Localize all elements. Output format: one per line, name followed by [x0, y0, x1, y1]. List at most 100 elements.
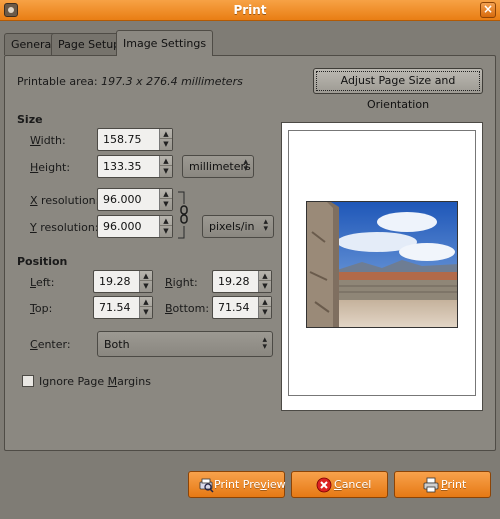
spin-up-icon[interactable]: ▲ — [140, 297, 152, 307]
top-margin-spinner[interactable]: 71.54 ▲ ▼ — [93, 296, 153, 319]
size-unit-value: millimeters — [189, 160, 251, 173]
title-bar: Print × — [0, 0, 500, 21]
adjust-page-size-button[interactable]: Adjust Page Size and Orientation — [313, 68, 483, 111]
width-spinner[interactable]: 158.75 ▲ ▼ — [97, 128, 173, 151]
print-preview-text: Print Pre — [214, 478, 261, 491]
top-label-text: op: — [34, 302, 53, 315]
position-heading: Position — [17, 255, 68, 268]
spin-down-icon[interactable]: ▼ — [140, 307, 152, 317]
print-preview-text-rest: iew — [266, 478, 286, 491]
printable-area-caption: Printable area: — [17, 75, 98, 88]
center-value: Both — [104, 338, 130, 351]
chevron-updown-icon: ▴ ▾ — [262, 335, 267, 352]
printable-area-label: Printable area: 197.3 x 276.4 millimeter… — [17, 75, 243, 88]
width-label-key: W — [30, 134, 41, 147]
height-label: Height: — [30, 161, 70, 174]
height-label-text: eight: — [38, 161, 71, 174]
width-label: Width: — [30, 134, 66, 147]
resolution-unit-select[interactable]: pixels/in ▴ ▾ — [202, 215, 274, 238]
tab-label: Image Settings — [123, 37, 207, 50]
ignore-margins-checkbox[interactable] — [22, 375, 34, 387]
ignore-margins-text: Ignore Page — [39, 375, 108, 388]
cancel-label: Cancel — [334, 478, 371, 491]
right-label-text: ight: — [172, 276, 198, 289]
bottom-label-text: ottom: — [172, 302, 210, 315]
spin-down-icon[interactable]: ▼ — [140, 281, 152, 291]
x-resolution-value: 96.000 — [103, 193, 142, 206]
ignore-margins-key: M — [107, 375, 118, 388]
print-preview-icon — [199, 478, 214, 493]
printable-area-value: 197.3 x 276.4 millimeters — [101, 75, 243, 88]
right-margin-spinner[interactable]: 19.28 ▲ ▼ — [212, 270, 272, 293]
spin-up-icon[interactable]: ▲ — [160, 216, 172, 226]
print-preview-button[interactable]: Print Preview — [188, 471, 286, 498]
tab-label: Page Setup — [58, 38, 121, 51]
resolution-unit-value: pixels/in — [209, 220, 255, 233]
x-resolution-label-text: resolution: — [37, 194, 100, 207]
tab-image-settings[interactable]: Image Settings — [116, 30, 214, 56]
size-unit-select[interactable]: millimeters ▴ ▾ — [182, 155, 254, 178]
spin-down-icon[interactable]: ▼ — [160, 199, 172, 209]
right-label-key: R — [165, 276, 173, 289]
x-resolution-label-key: X — [30, 194, 38, 207]
cancel-icon — [316, 477, 332, 493]
left-margin-value: 19.28 — [99, 275, 131, 288]
spin-up-icon[interactable]: ▲ — [140, 271, 152, 281]
cancel-key: C — [334, 478, 342, 491]
spin-up-icon[interactable]: ▲ — [259, 271, 271, 281]
chevron-updown-icon: ▴ ▾ — [243, 157, 248, 174]
print-button[interactable]: Print — [394, 471, 491, 498]
spin-up-icon[interactable]: ▲ — [259, 297, 271, 307]
y-resolution-label: Y resolution: — [30, 221, 99, 234]
left-margin-spinner[interactable]: 19.28 ▲ ▼ — [93, 270, 153, 293]
spin-down-icon[interactable]: ▼ — [160, 166, 172, 176]
ignore-margins-label[interactable]: Ignore Page Margins — [39, 375, 151, 388]
center-label: Center: — [30, 338, 71, 351]
spin-up-icon[interactable]: ▲ — [160, 129, 172, 139]
printer-icon — [423, 477, 439, 493]
close-button[interactable]: × — [480, 2, 496, 18]
preview-image[interactable] — [306, 201, 458, 328]
y-resolution-label-key: Y — [30, 221, 37, 234]
center-label-key: C — [30, 338, 38, 351]
spin-down-icon[interactable]: ▼ — [160, 139, 172, 149]
center-label-text: enter: — [37, 338, 71, 351]
cancel-button[interactable]: Cancel — [291, 471, 388, 498]
x-resolution-spinner[interactable]: 96.000 ▲ ▼ — [97, 188, 173, 211]
y-resolution-spinner[interactable]: 96.000 ▲ ▼ — [97, 215, 173, 238]
spin-down-icon[interactable]: ▼ — [259, 281, 271, 291]
left-label-text: eft: — [35, 276, 55, 289]
bottom-margin-spinner[interactable]: 71.54 ▲ ▼ — [212, 296, 272, 319]
right-margin-value: 19.28 — [218, 275, 250, 288]
top-label: Top: — [30, 302, 52, 315]
print-preview-label: Print Preview — [214, 478, 286, 491]
center-select[interactable]: Both ▴ ▾ — [97, 331, 273, 357]
ignore-margins-text-rest: argins — [117, 375, 151, 388]
print-label: Print — [441, 478, 466, 491]
close-icon: × — [482, 2, 494, 16]
window-title: Print — [233, 3, 267, 17]
x-resolution-label: X resolution: — [30, 194, 99, 207]
print-dialog: Print × General Page Setup Image Setting… — [0, 0, 500, 519]
spin-down-icon[interactable]: ▼ — [259, 307, 271, 317]
size-heading: Size — [17, 113, 43, 126]
left-label: Left: — [30, 276, 54, 289]
tab-label: General — [11, 38, 55, 51]
bottom-label-key: B — [165, 302, 173, 315]
y-resolution-value: 96.000 — [103, 220, 142, 233]
bottom-margin-value: 71.54 — [218, 301, 250, 314]
chain-link-icon[interactable] — [176, 190, 188, 240]
spin-down-icon[interactable]: ▼ — [160, 226, 172, 236]
print-text-rest: rint — [447, 478, 467, 491]
bottom-label: Bottom: — [165, 302, 209, 315]
cancel-text-rest: ancel — [341, 478, 372, 491]
right-label: Right: — [165, 276, 198, 289]
width-label-text: idth: — [40, 134, 66, 147]
spin-up-icon[interactable]: ▲ — [160, 189, 172, 199]
spin-up-icon[interactable]: ▲ — [160, 156, 172, 166]
chevron-updown-icon: ▴ ▾ — [263, 217, 268, 234]
height-spinner[interactable]: 133.35 ▲ ▼ — [97, 155, 173, 178]
height-value: 133.35 — [103, 160, 142, 173]
width-value: 158.75 — [103, 133, 142, 146]
y-resolution-label-text: resolution: — [36, 221, 99, 234]
